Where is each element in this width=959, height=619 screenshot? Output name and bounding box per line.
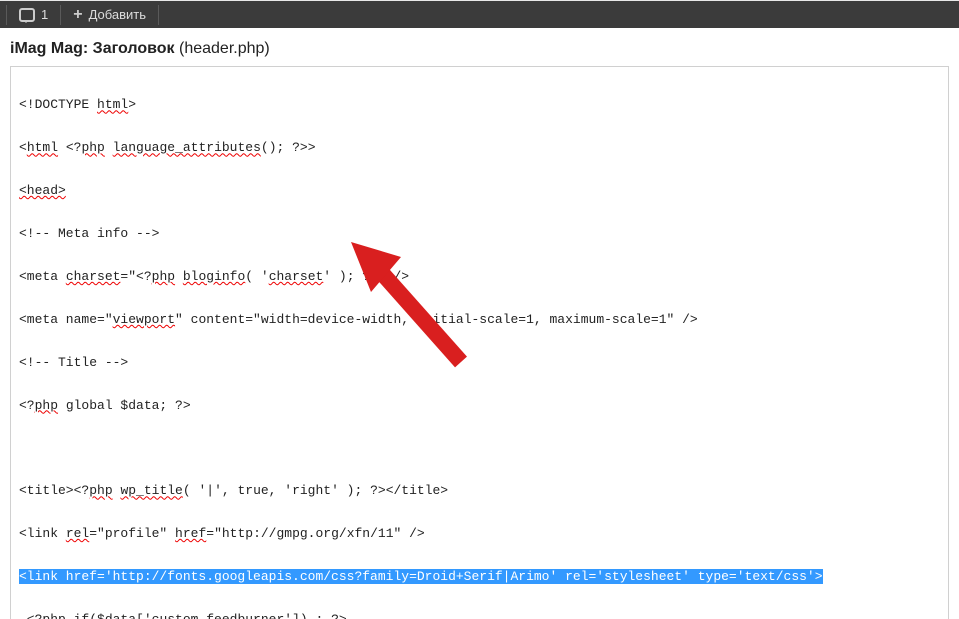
topbar: 1 + Добавить	[0, 0, 959, 28]
add-button[interactable]: + Добавить	[63, 1, 156, 28]
separator	[60, 5, 61, 25]
comments-count: 1	[41, 7, 48, 22]
separator	[6, 5, 7, 25]
highlighted-line: <link href='http://fonts.googleapis.com/…	[19, 569, 823, 584]
code-editor[interactable]: <!DOCTYPE html> <html <?php language_att…	[10, 66, 949, 619]
comment-icon	[19, 8, 35, 22]
plus-icon: +	[73, 7, 82, 23]
code-content[interactable]: <!DOCTYPE html> <html <?php language_att…	[11, 67, 948, 619]
comments-button[interactable]: 1	[9, 1, 58, 28]
separator	[158, 5, 159, 25]
add-label: Добавить	[89, 7, 146, 22]
page-title: iMag Mag: Заголовок (header.php)	[0, 28, 959, 66]
title-file: (header.php)	[179, 40, 270, 57]
title-bold: iMag Mag: Заголовок	[10, 40, 175, 57]
